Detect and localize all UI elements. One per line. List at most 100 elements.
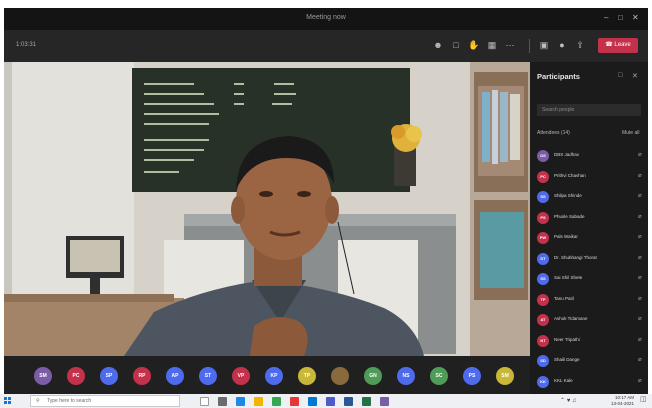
share-invite-icon[interactable]: □ [618, 72, 622, 79]
leave-button[interactable]: ☎ Leave [598, 38, 638, 53]
participant-tile[interactable]: SP [100, 367, 118, 385]
notifications-icon[interactable]: ◫ [640, 395, 650, 407]
participant-row[interactable]: TP Tanu Patil ⌀ [530, 290, 648, 310]
tile-initials: RP [138, 373, 146, 379]
participant-tile[interactable]: TP [298, 367, 316, 385]
mic-muted-icon: ⌀ [638, 357, 642, 363]
people-icon[interactable]: ☻ [432, 39, 444, 51]
tile-initials: NS [402, 373, 410, 379]
tile-initials: SP [105, 373, 113, 379]
excel-icon[interactable] [362, 397, 371, 406]
participant-tile[interactable]: PC [67, 367, 85, 385]
folder-icon[interactable] [254, 397, 263, 406]
participant-name: DBS Jadhav [554, 152, 580, 157]
toolbar-divider [529, 39, 530, 53]
mic-muted-icon: ⌀ [638, 152, 642, 158]
tile-initials: TP [303, 373, 311, 379]
participant-row[interactable]: SD Shaili Dange ⌀ [530, 351, 648, 371]
microphone-icon[interactable]: ● [556, 39, 568, 51]
mic-muted-icon: ⌀ [638, 213, 642, 220]
tile-initials: KP [270, 373, 278, 379]
chrome-icon[interactable] [272, 397, 281, 406]
participant-tile[interactable]: SM [496, 367, 514, 385]
participant-row[interactable]: PW Pals Waikar ⌀ [530, 228, 648, 248]
participant-row[interactable]: KK KKL Kale ⌀ [530, 372, 648, 392]
participant-row[interactable]: AT Ashok Tidamane ⌀ [530, 310, 648, 330]
file-explorer-icon[interactable] [218, 397, 227, 406]
avatar: SS [537, 191, 549, 203]
participant-row[interactable]: PC Prithvi Chavhan ⌀ [530, 167, 648, 187]
mute-all-button[interactable]: Mute all [622, 130, 640, 136]
participant-name: Sai Shil Shete [554, 275, 583, 280]
participant-name: Neer Tripathi [554, 336, 580, 342]
task-view-icon[interactable] [200, 397, 209, 406]
search-placeholder: Search people [542, 107, 575, 113]
participant-name: Shaili Dange [554, 357, 580, 362]
participant-strip: SM PC SP RP AP ST VP KP TP GN NS SC PS S… [4, 356, 530, 394]
mic-muted-icon: ⌀ [638, 234, 642, 240]
system-tray-icons[interactable]: ⌃ ♥ ♫ [560, 397, 576, 404]
participant-row[interactable]: SS Sai Shil Shete ⌀ [530, 269, 648, 289]
participant-tile[interactable]: GN [364, 367, 382, 385]
presenter-video [4, 62, 530, 356]
participant-row[interactable]: DT Dr. Shubhangi Thorat ⌀ [530, 249, 648, 269]
avatar: DS [537, 150, 549, 162]
avatar: PC [537, 170, 549, 183]
avatar: SS [537, 273, 549, 285]
tile-initials: PS [468, 373, 476, 379]
avatar: KK [537, 375, 549, 388]
app-icon-purple[interactable] [380, 397, 389, 406]
participant-tile[interactable]: KP [265, 367, 283, 385]
share-screen-icon[interactable]: ⇪ [574, 39, 586, 51]
chat-icon[interactable]: □ [450, 39, 462, 51]
participant-row[interactable]: SS Shilpa Shinde ⌀ [530, 187, 648, 207]
windows-start-icon[interactable] [4, 397, 12, 405]
more-options-icon[interactable]: ⋯ [504, 39, 516, 51]
participant-tile[interactable]: SC [430, 367, 448, 385]
close-panel-icon[interactable]: ✕ [632, 72, 638, 80]
maximize-icon[interactable]: □ [618, 13, 623, 23]
search-icon: ⚲ [36, 398, 40, 404]
app-icon-red[interactable] [290, 397, 299, 406]
attendees-section-label[interactable]: Attendees (14) [537, 130, 570, 136]
participant-tile[interactable]: PS [463, 367, 481, 385]
presenter-video-frame [4, 62, 530, 356]
participant-tile[interactable]: NS [397, 367, 415, 385]
avatar: NT [537, 334, 549, 347]
rooms-icon[interactable]: ▦ [486, 39, 498, 51]
participant-name: Dr. Shubhangi Thorat [554, 254, 597, 260]
taskbar-search-input[interactable]: ⚲ Type here to search [30, 395, 180, 407]
edge-browser-icon[interactable] [236, 397, 245, 406]
participant-search-input[interactable]: Search people [537, 104, 641, 116]
mic-muted-icon: ⌀ [638, 336, 642, 343]
participant-row[interactable]: PS Phusle Sabade ⌀ [530, 208, 648, 228]
tile-initials: SM [39, 373, 47, 379]
store-icon[interactable] [308, 397, 317, 406]
participant-row[interactable]: DS DBS Jadhav ⌀ [530, 146, 648, 166]
close-icon[interactable]: ✕ [632, 13, 639, 23]
participant-name: Shilpa Shinde [554, 193, 582, 198]
tile-initials: GN [369, 373, 377, 379]
taskbar-search-placeholder: Type here to search [47, 398, 92, 404]
participant-tile[interactable]: RP [133, 367, 151, 385]
participant-tile[interactable]: VP [232, 367, 250, 385]
avatar: AT [537, 314, 549, 326]
clock-date: 13-04-2021 [610, 401, 634, 406]
teams-icon[interactable] [326, 397, 335, 406]
camera-icon[interactable]: ▣ [538, 39, 550, 51]
avatar: PW [537, 232, 549, 244]
participant-tile[interactable]: AP [166, 367, 184, 385]
participant-tile[interactable]: SM [34, 367, 52, 385]
avatar: PS [537, 211, 549, 224]
tile-initials: SM [501, 373, 509, 379]
screen: Meeting now – □ ✕ 1:03:31 ☻ □ ✋ ▦ ⋯ ▣ ● … [0, 0, 652, 408]
participant-photo-tile[interactable] [331, 367, 349, 385]
minimize-icon[interactable]: – [604, 13, 608, 23]
tile-initials: VP [237, 373, 245, 379]
taskbar-clock[interactable]: 10:17 AM 13-04-2021 [596, 395, 634, 407]
participant-tile[interactable]: ST [199, 367, 217, 385]
word-icon[interactable] [344, 397, 353, 406]
participant-row[interactable]: NT Neer Tripathi ⌀ [530, 331, 648, 351]
raise-hand-icon[interactable]: ✋ [468, 39, 480, 51]
mic-muted-icon: ⌀ [638, 172, 642, 179]
